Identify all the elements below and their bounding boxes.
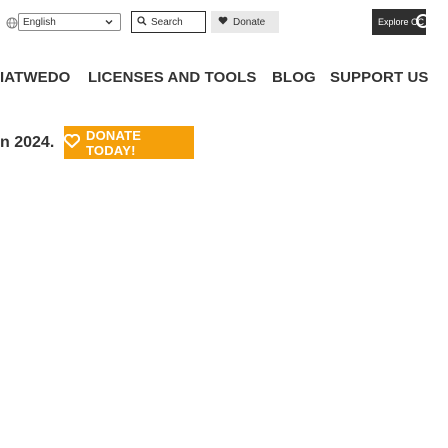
donate-today-button[interactable]: DONATE TODAY!	[63, 126, 194, 159]
search-button-label: Search	[151, 16, 183, 28]
main-nav: IATWEDO LICENSES AND TOOLS BLOG SUPPORT …	[0, 60, 448, 94]
search-icon	[137, 15, 151, 29]
donate-button[interactable]: Donate	[211, 11, 279, 33]
globe-icon	[6, 16, 18, 29]
heart-icon	[218, 16, 233, 28]
language-select-value: English	[23, 16, 56, 28]
hero-text: n 2024.	[0, 134, 55, 151]
explore-cc-button[interactable]: Explore CC	[372, 9, 426, 35]
donate-button-label: Donate	[233, 16, 266, 28]
nav-item-what-we-do[interactable]: IATWEDO	[0, 69, 70, 86]
nav-item-support-us[interactable]: SUPPORT US	[330, 69, 429, 86]
search-button[interactable]: Search	[131, 11, 206, 33]
top-bar: English Search Donate Explore CC	[0, 0, 448, 60]
chevron-down-icon	[104, 17, 114, 27]
language-select[interactable]: English	[18, 13, 121, 31]
cc-logo-icon	[416, 14, 426, 28]
nav-item-blog[interactable]: BLOG	[272, 69, 316, 86]
heart-icon	[63, 133, 86, 151]
donate-today-label: DONATE TODAY!	[86, 127, 142, 158]
nav-item-licenses-and-tools[interactable]: LICENSES AND TOOLS	[88, 69, 257, 86]
